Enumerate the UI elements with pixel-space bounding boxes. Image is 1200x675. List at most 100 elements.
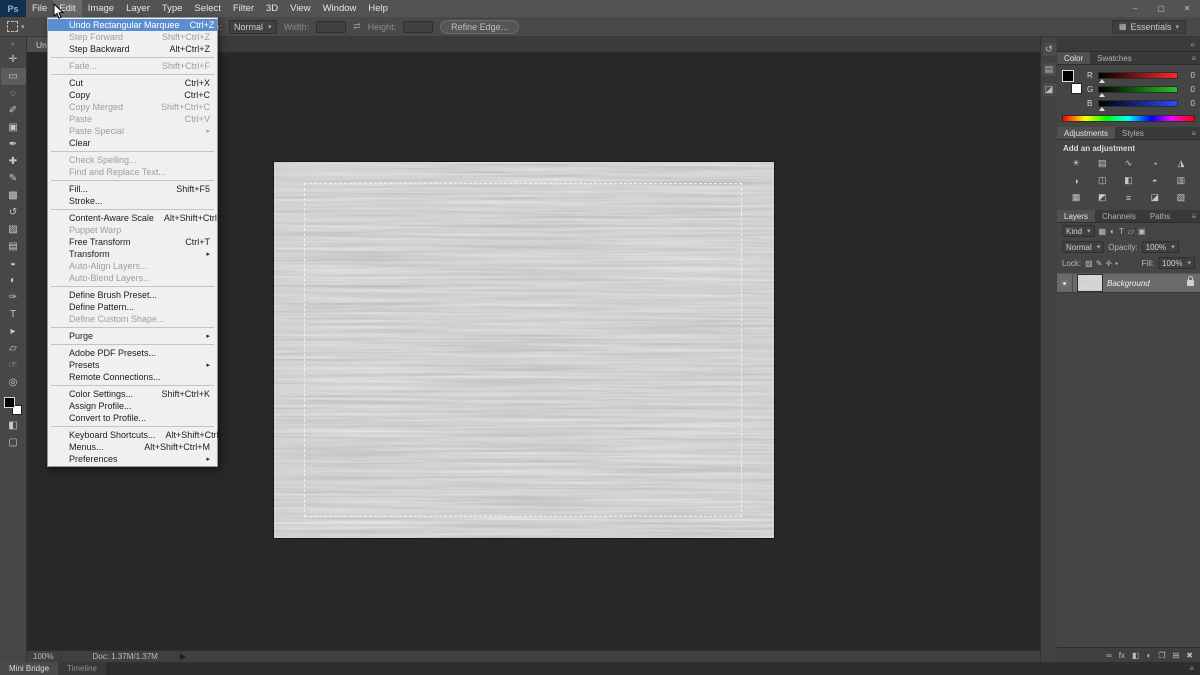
edit-menu-item[interactable]: Define Brush Preset... — [48, 289, 217, 301]
edit-menu-item[interactable]: CutCtrl+X — [48, 77, 217, 89]
toolbar-collapse-icon[interactable]: » — [11, 37, 15, 51]
canvas-document[interactable] — [274, 162, 774, 538]
edit-menu-item[interactable]: Fill...Shift+F5 — [48, 183, 217, 195]
color-spectrum-ramp[interactable] — [1062, 115, 1195, 122]
layers-tab-layers[interactable]: Layers — [1057, 210, 1095, 222]
blend-mode-dropdown[interactable]: Normal ▾ — [1062, 241, 1104, 253]
eraser-tool[interactable]: ▨ — [1, 221, 26, 238]
edit-menu-item[interactable]: Stroke... — [48, 195, 217, 207]
filter-smart-objects-icon[interactable]: ▣ — [1138, 227, 1146, 236]
edit-menu-item[interactable]: CopyCtrl+C — [48, 89, 217, 101]
foreground-color-swatch[interactable] — [1062, 70, 1074, 82]
edit-menu-item[interactable]: Content-Aware ScaleAlt+Shift+Ctrl+C — [48, 212, 217, 224]
menubar-item-3d[interactable]: 3D — [260, 0, 284, 17]
edit-menu-item[interactable]: Presets▸ — [48, 359, 217, 371]
adjustment-curves-icon[interactable]: ∿ — [1115, 157, 1141, 170]
slider-track[interactable] — [1098, 100, 1178, 107]
blur-tool[interactable]: ◒ — [1, 255, 26, 272]
adjustment-posterize-icon[interactable]: ≡ — [1115, 191, 1141, 204]
color-panel-swatches[interactable] — [1062, 70, 1082, 94]
edit-menu-item[interactable]: Menus...Alt+Shift+Ctrl+M — [48, 441, 217, 453]
rectangle-tool[interactable]: ▱ — [1, 340, 26, 357]
edit-menu-item[interactable]: Step BackwardAlt+Ctrl+Z — [48, 43, 217, 55]
close-button[interactable]: ✕ — [1174, 0, 1200, 17]
adjustment-black-white-icon[interactable]: ◧ — [1115, 174, 1141, 187]
adjustment-color-balance-icon[interactable]: ◫ — [1089, 174, 1115, 187]
dock-properties-icon[interactable]: ▤ — [1043, 63, 1056, 76]
adjustment-color-lookup-icon[interactable]: ▦ — [1063, 191, 1089, 204]
edit-menu-item[interactable]: Auto-Blend Layers... — [48, 272, 217, 284]
adjustment-hue-saturation-icon[interactable]: ◑ — [1063, 174, 1089, 187]
menubar-item-file[interactable]: File — [26, 0, 53, 17]
adjustments-tab-styles[interactable]: Styles — [1115, 127, 1151, 139]
edit-menu-item[interactable]: Preferences▸ — [48, 453, 217, 465]
clone-stamp-tool[interactable]: ▩ — [1, 187, 26, 204]
menubar-item-filter[interactable]: Filter — [227, 0, 260, 17]
path-selection-tool[interactable]: ▸ — [1, 323, 26, 340]
foreground-color-swatch[interactable] — [4, 397, 15, 408]
edit-menu-item[interactable]: Step ForwardShift+Ctrl+Z — [48, 31, 217, 43]
color-panel-menu-icon[interactable]: ≡ — [1187, 52, 1200, 64]
selection-marquee[interactable] — [304, 183, 742, 517]
adjustment-levels-icon[interactable]: ▤ — [1089, 157, 1115, 170]
lock-transparent-icon[interactable]: ▨ — [1085, 259, 1093, 268]
slider-knob-icon[interactable] — [1099, 107, 1105, 111]
layer-group-icon[interactable]: ❐ — [1158, 651, 1165, 660]
adjustment-selective-color-icon[interactable]: ▧ — [1168, 191, 1194, 204]
menubar-item-view[interactable]: View — [284, 0, 316, 17]
lock-all-icon[interactable]: ▪ — [1115, 259, 1118, 268]
screen-mode-button[interactable]: ▢ — [1, 434, 26, 451]
edit-menu-item[interactable]: Copy MergedShift+Ctrl+C — [48, 101, 217, 113]
layer-row-background[interactable]: Background — [1057, 273, 1200, 293]
filter-adjustment-layers-icon[interactable]: ◐ — [1110, 227, 1115, 236]
edit-menu-item[interactable]: Clear — [48, 137, 217, 149]
edit-menu-item[interactable]: Transform▸ — [48, 248, 217, 260]
gradient-tool[interactable]: ▤ — [1, 238, 26, 255]
edit-menu-item[interactable]: Fade...Shift+Ctrl+F — [48, 60, 217, 72]
adjustment-threshold-icon[interactable]: ◪ — [1142, 191, 1168, 204]
tool-preset-picker[interactable]: ▾ — [7, 21, 25, 32]
dock-history-icon[interactable]: ↺ — [1043, 43, 1056, 56]
edit-menu-item[interactable]: Auto-Align Layers... — [48, 260, 217, 272]
edit-menu-item[interactable]: Find and Replace Text... — [48, 166, 217, 178]
edit-menu-item[interactable]: Paste Special▸ — [48, 125, 217, 137]
menubar-item-select[interactable]: Select — [188, 0, 226, 17]
menubar-item-window[interactable]: Window — [317, 0, 363, 17]
foreground-background-swatches[interactable] — [4, 397, 22, 415]
edit-menu-item[interactable]: Remote Connections... — [48, 371, 217, 383]
menubar-item-help[interactable]: Help — [362, 0, 394, 17]
color-tab-color[interactable]: Color — [1057, 52, 1090, 64]
slider-knob-icon[interactable] — [1099, 79, 1105, 83]
opacity-dropdown[interactable]: 100% ▾ — [1142, 241, 1179, 253]
filter-type-layers-icon[interactable]: T — [1119, 227, 1124, 236]
slider-knob-icon[interactable] — [1099, 93, 1105, 97]
edit-menu-item[interactable]: Puppet Warp — [48, 224, 217, 236]
workspace-switcher[interactable]: ▦ Essentials ▾ — [1112, 20, 1186, 34]
quick-selection-tool[interactable]: ✐ — [1, 102, 26, 119]
eyedropper-tool[interactable]: ✒ — [1, 136, 26, 153]
layers-panel-menu-icon[interactable]: ≡ — [1187, 210, 1200, 222]
color-tab-swatches[interactable]: Swatches — [1090, 52, 1139, 64]
panel-menu-icon[interactable]: ≡ — [1183, 662, 1200, 675]
layer-effects-icon[interactable]: fx — [1119, 651, 1125, 660]
menubar-item-image[interactable]: Image — [82, 0, 120, 17]
adjustments-panel-menu-icon[interactable]: ≡ — [1187, 127, 1200, 139]
edit-menu-item[interactable]: Assign Profile... — [48, 400, 217, 412]
edit-menu-item[interactable]: Color Settings...Shift+Ctrl+K — [48, 388, 217, 400]
brush-tool[interactable]: ✎ — [1, 170, 26, 187]
adjustment-exposure-icon[interactable]: ◔ — [1142, 157, 1168, 170]
dodge-tool[interactable]: ◐ — [1, 272, 26, 289]
lasso-tool[interactable]: ◌ — [1, 85, 26, 102]
zoom-tool[interactable]: ◎ — [1, 374, 26, 391]
edit-menu-item[interactable]: Adobe PDF Presets... — [48, 347, 217, 359]
lock-pixels-icon[interactable]: ✎ — [1096, 259, 1103, 268]
adjustments-tab-adjustments[interactable]: Adjustments — [1057, 127, 1115, 139]
quick-mask-button[interactable]: ◧ — [1, 417, 26, 434]
width-input[interactable] — [316, 21, 346, 33]
fill-dropdown[interactable]: 100% ▾ — [1158, 257, 1195, 269]
background-color-swatch[interactable] — [1071, 83, 1082, 94]
edit-menu-item[interactable]: Undo Rectangular MarqueeCtrl+Z — [48, 19, 217, 31]
menubar-item-type[interactable]: Type — [156, 0, 189, 17]
crop-tool[interactable]: ▣ — [1, 119, 26, 136]
adjustment-layer-icon[interactable]: ◐ — [1147, 651, 1152, 660]
